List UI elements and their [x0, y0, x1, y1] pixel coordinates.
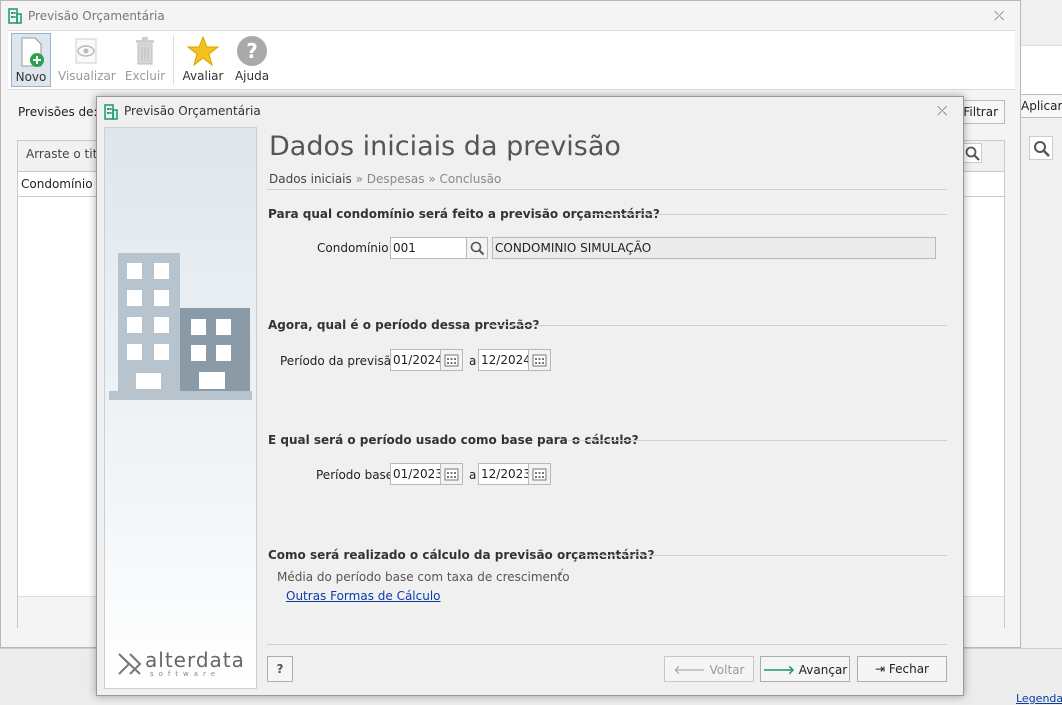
- periodo-inicio-field[interactable]: 01/2024: [390, 349, 441, 371]
- fechar-label: Fechar: [888, 662, 929, 676]
- info-icon[interactable]: 𝑖: [557, 567, 561, 583]
- avaliar-label: Avaliar: [182, 69, 224, 83]
- calculo-metodo: Média do período base com taxa de cresci…: [277, 570, 570, 584]
- excluir-label: Excluir: [124, 69, 166, 83]
- periodo-fim-field[interactable]: 12/2024: [478, 349, 529, 371]
- divider: [583, 555, 947, 556]
- outer-window-title: Previsão Orçamentária: [28, 9, 165, 23]
- breadcrumb-step: Despesas: [366, 172, 425, 186]
- visualizar-button[interactable]: Visualizar: [58, 33, 116, 87]
- breadcrumb-step: Conclusão: [439, 172, 502, 186]
- building-icon: [8, 8, 22, 24]
- divider: [568, 440, 947, 441]
- previsoes-label: Previsões de:: [18, 105, 98, 119]
- fechar-button[interactable]: ⇥ Fechar: [857, 656, 947, 682]
- range-separator: a: [469, 468, 477, 482]
- brand-sub: software: [150, 670, 221, 678]
- calendar-button[interactable]: [441, 463, 463, 485]
- divider: [490, 325, 947, 326]
- help-icon: ?: [236, 35, 268, 67]
- calendar-icon: [532, 354, 547, 367]
- page-title: Dados iniciais da previsão: [269, 131, 621, 162]
- brand-name: alterdata: [145, 648, 245, 672]
- ajuda-button[interactable]: ? Ajuda: [232, 33, 272, 87]
- buildings-illustration: [109, 253, 252, 400]
- new-document-icon: [15, 36, 47, 68]
- periodo-previsao-label: Período da previsão:: [280, 354, 403, 368]
- arrow-left-icon: 🡐: [673, 663, 706, 677]
- novo-label: Novo: [15, 70, 47, 84]
- calendar-icon: [444, 354, 459, 367]
- novo-button[interactable]: Novo: [11, 33, 51, 87]
- search-button-right[interactable]: [1029, 136, 1053, 160]
- arrow-right-icon: 🡒: [762, 663, 795, 677]
- condominio-search-button[interactable]: [466, 237, 488, 259]
- grid-search-button[interactable]: [962, 143, 982, 163]
- calendar-button[interactable]: [441, 349, 463, 371]
- dialog-title: Previsão Orçamentária: [124, 104, 261, 118]
- excluir-button[interactable]: Excluir: [124, 33, 166, 87]
- filtrar-button[interactable]: Filtrar: [957, 100, 1005, 124]
- avancar-button[interactable]: 🡒 Avançar: [760, 656, 850, 682]
- breadcrumb-separator: »: [428, 172, 436, 186]
- column-header-condominio[interactable]: Condomínio: [21, 177, 93, 191]
- trash-icon: [129, 35, 161, 67]
- avancar-label: Avançar: [798, 663, 848, 677]
- divider: [267, 644, 947, 645]
- base-fim-field[interactable]: 12/2023: [478, 463, 529, 485]
- visualizar-label: Visualizar: [58, 69, 116, 83]
- outras-formas-link[interactable]: Outras Formas de Cálculo: [286, 589, 441, 603]
- star-icon: [186, 35, 220, 67]
- divider: [590, 214, 947, 215]
- legenda-link[interactable]: Legenda: [1016, 692, 1062, 705]
- voltar-label: Voltar: [709, 663, 745, 677]
- toolbar-divider: [173, 35, 174, 85]
- condominio-code-field[interactable]: 001: [390, 237, 467, 259]
- wizard-side-panel: [104, 127, 257, 689]
- avaliar-button[interactable]: Avaliar: [180, 33, 226, 87]
- ajuda-label: Ajuda: [234, 69, 270, 83]
- breadcrumb: Dados iniciais » Despesas » Conclusão: [269, 172, 501, 186]
- search-icon: [1034, 141, 1050, 157]
- base-inicio-field[interactable]: 01/2023: [390, 463, 441, 485]
- filtrar-label: Filtrar: [963, 105, 998, 119]
- range-separator: a: [469, 354, 477, 368]
- periodo-base-label: Período base:: [316, 468, 398, 482]
- calendar-icon: [532, 468, 547, 481]
- alterdata-logo-mark-icon: [118, 653, 142, 675]
- breadcrumb-separator: »: [355, 172, 363, 186]
- breadcrumb-current: Dados iniciais: [269, 172, 352, 186]
- exit-icon: ⇥: [874, 662, 886, 676]
- aplicar-button[interactable]: Aplicar l: [1017, 94, 1062, 118]
- building-icon: [104, 104, 118, 120]
- help-button[interactable]: ?: [267, 656, 293, 682]
- svg-text:?: ?: [246, 39, 258, 63]
- toolbar: Novo Visualizar Excluir Avaliar ? Ajuda: [8, 30, 1015, 90]
- eye-document-icon: [70, 35, 102, 67]
- calendar-button[interactable]: [529, 463, 551, 485]
- group-hint: Arraste o titu: [26, 147, 105, 161]
- condominio-name-field: CONDOMINIO SIMULAÇÃO: [492, 237, 936, 259]
- calendar-button[interactable]: [529, 349, 551, 371]
- close-icon[interactable]: ⤫: [994, 9, 1004, 24]
- search-icon: [470, 241, 485, 256]
- voltar-button[interactable]: 🡐 Voltar: [664, 656, 754, 682]
- calendar-icon: [444, 468, 459, 481]
- search-icon: [965, 146, 980, 161]
- divider: [267, 189, 947, 190]
- condominio-label: Condomínio:: [317, 241, 393, 255]
- close-icon[interactable]: ⤫: [937, 104, 947, 119]
